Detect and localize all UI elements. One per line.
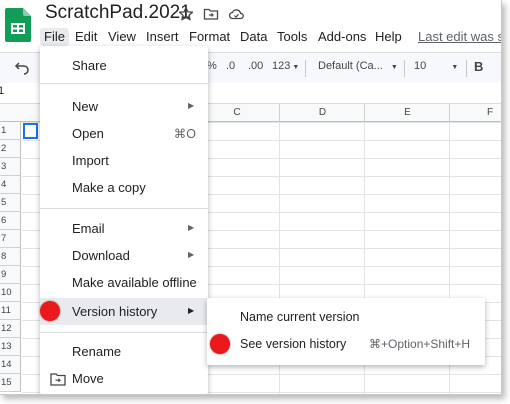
menu-separator bbox=[40, 83, 208, 84]
menu-item-move-label: Move bbox=[72, 371, 104, 386]
menu-item-email-label: Email bbox=[72, 221, 105, 236]
callout-marker-dot bbox=[210, 334, 230, 354]
bold-button[interactable]: B bbox=[474, 59, 483, 74]
column-header-e[interactable]: E bbox=[364, 104, 450, 121]
toolbar-divider bbox=[466, 60, 467, 77]
font-size-value: 10 bbox=[414, 60, 427, 72]
menu-item-download[interactable]: Download ▶ bbox=[40, 244, 208, 268]
app-window: ScratchPad.2021 File Edit View Insert Fo… bbox=[0, 0, 502, 395]
font-family-value: Default (Ca... bbox=[318, 60, 383, 72]
menu-item-new-label: New bbox=[72, 99, 99, 114]
document-title[interactable]: ScratchPad.2021 bbox=[45, 2, 191, 24]
undo-icon[interactable] bbox=[14, 59, 30, 78]
submenu-arrow-icon: ▶ bbox=[188, 306, 195, 315]
menu-item-see-version-history[interactable]: See version history ⌘+Option+Shift+H bbox=[207, 331, 485, 357]
menu-item-make-copy[interactable]: Make a copy bbox=[40, 176, 208, 200]
row-header-11[interactable]: 11 bbox=[0, 302, 21, 320]
row-header-14[interactable]: 14 bbox=[0, 356, 21, 374]
see-version-history-shortcut: ⌘+Option+Shift+H bbox=[369, 337, 471, 351]
folder-move-icon[interactable] bbox=[203, 6, 219, 22]
row-header-8[interactable]: 8 bbox=[0, 248, 21, 266]
chevron-down-icon: ▼ bbox=[292, 64, 300, 71]
menu-item-name-current-version[interactable]: Name current version bbox=[207, 304, 485, 330]
menu-item-make-offline[interactable]: Make available offline bbox=[40, 271, 208, 295]
menu-item-make-copy-label: Make a copy bbox=[72, 180, 146, 195]
menu-edit[interactable]: Edit bbox=[71, 28, 101, 46]
menu-item-share-label: Share bbox=[72, 58, 107, 73]
more-formats-label: 123 bbox=[272, 60, 291, 72]
font-family-select[interactable]: Default (Ca... ▼ bbox=[318, 60, 398, 72]
menu-item-import[interactable]: Import bbox=[40, 149, 208, 173]
menu-separator bbox=[40, 208, 208, 209]
submenu-arrow-icon: ▶ bbox=[188, 250, 195, 259]
more-formats-button[interactable]: 123 ▼ bbox=[272, 60, 299, 72]
see-version-history-label: See version history bbox=[240, 337, 347, 351]
version-history-submenu: Name current version See version history… bbox=[207, 298, 485, 365]
menu-item-download-label: Download bbox=[72, 248, 130, 263]
menu-insert[interactable]: Insert bbox=[142, 28, 183, 46]
menu-item-rename-label: Rename bbox=[72, 344, 122, 359]
callout-marker-dot bbox=[40, 301, 60, 321]
name-box[interactable]: 1 bbox=[0, 85, 4, 97]
menu-item-version-history-label: Version history bbox=[72, 304, 158, 319]
row-header-10[interactable]: 10 bbox=[0, 284, 21, 302]
star-icon[interactable] bbox=[178, 6, 194, 22]
toolbar-divider bbox=[404, 60, 405, 77]
menu-help[interactable]: Help bbox=[371, 28, 406, 46]
row-header-12[interactable]: 12 bbox=[0, 320, 21, 338]
menu-item-open-label: Open bbox=[72, 126, 104, 141]
folder-move-icon bbox=[50, 372, 66, 386]
menu-item-share[interactable]: Share bbox=[40, 54, 208, 78]
menu-item-email[interactable]: Email ▶ bbox=[40, 217, 208, 241]
row-header-1[interactable]: 1 bbox=[0, 122, 21, 140]
menu-item-import-label: Import bbox=[72, 153, 109, 168]
menu-addons[interactable]: Add-ons bbox=[314, 28, 370, 46]
last-edit-link[interactable]: Last edit was s bbox=[418, 28, 501, 46]
increase-decimal-button[interactable]: .00 bbox=[248, 60, 263, 72]
menu-item-rename[interactable]: Rename bbox=[40, 340, 208, 364]
menu-data[interactable]: Data bbox=[236, 28, 271, 46]
menu-tools[interactable]: Tools bbox=[273, 28, 311, 46]
row-header-9[interactable]: 9 bbox=[0, 266, 21, 284]
sheets-logo-icon[interactable] bbox=[5, 8, 31, 42]
toolbar-divider bbox=[305, 60, 306, 77]
menu-item-move[interactable]: Move bbox=[40, 367, 208, 391]
column-header-d[interactable]: D bbox=[279, 104, 365, 121]
menu-item-make-offline-label: Make available offline bbox=[72, 275, 197, 290]
menu-item-open[interactable]: Open ⌘O bbox=[40, 122, 208, 146]
format-percent-button[interactable]: % bbox=[207, 60, 217, 72]
submenu-arrow-icon: ▶ bbox=[188, 223, 195, 232]
menu-separator bbox=[40, 332, 208, 333]
open-shortcut: ⌘O bbox=[173, 127, 196, 141]
row-header-15[interactable]: 15 bbox=[0, 374, 21, 392]
submenu-arrow-icon: ▶ bbox=[188, 101, 195, 110]
name-current-version-label: Name current version bbox=[240, 310, 360, 324]
chevron-down-icon: ▼ bbox=[390, 64, 398, 71]
increase-decimal-label: .00 bbox=[248, 60, 264, 72]
menu-view[interactable]: View bbox=[104, 28, 140, 46]
column-header-f[interactable]: F bbox=[449, 104, 501, 121]
menu-item-new[interactable]: New ▶ bbox=[40, 95, 208, 119]
row-header-6[interactable]: 6 bbox=[0, 212, 21, 230]
decrease-decimal-label: .0 bbox=[226, 60, 236, 72]
selected-cell[interactable] bbox=[23, 123, 38, 139]
file-menu-dropdown: Share New ▶ Open ⌘O Import Make a copy E… bbox=[40, 46, 208, 394]
row-header-4[interactable]: 4 bbox=[0, 176, 21, 194]
row-header-5[interactable]: 5 bbox=[0, 194, 21, 212]
cloud-status-icon[interactable] bbox=[228, 6, 244, 22]
menu-item-version-history[interactable]: Version history ▶ bbox=[40, 298, 208, 325]
font-size-select[interactable]: 10 ▼ bbox=[414, 60, 458, 72]
decrease-decimal-button[interactable]: .0 bbox=[226, 60, 235, 72]
row-header-7[interactable]: 7 bbox=[0, 230, 21, 248]
row-header-13[interactable]: 13 bbox=[0, 338, 21, 356]
chevron-down-icon: ▼ bbox=[451, 64, 459, 71]
menu-format[interactable]: Format bbox=[185, 28, 234, 46]
row-header-3[interactable]: 3 bbox=[0, 158, 21, 176]
menu-file[interactable]: File bbox=[40, 28, 69, 46]
row-header-2[interactable]: 2 bbox=[0, 140, 21, 158]
